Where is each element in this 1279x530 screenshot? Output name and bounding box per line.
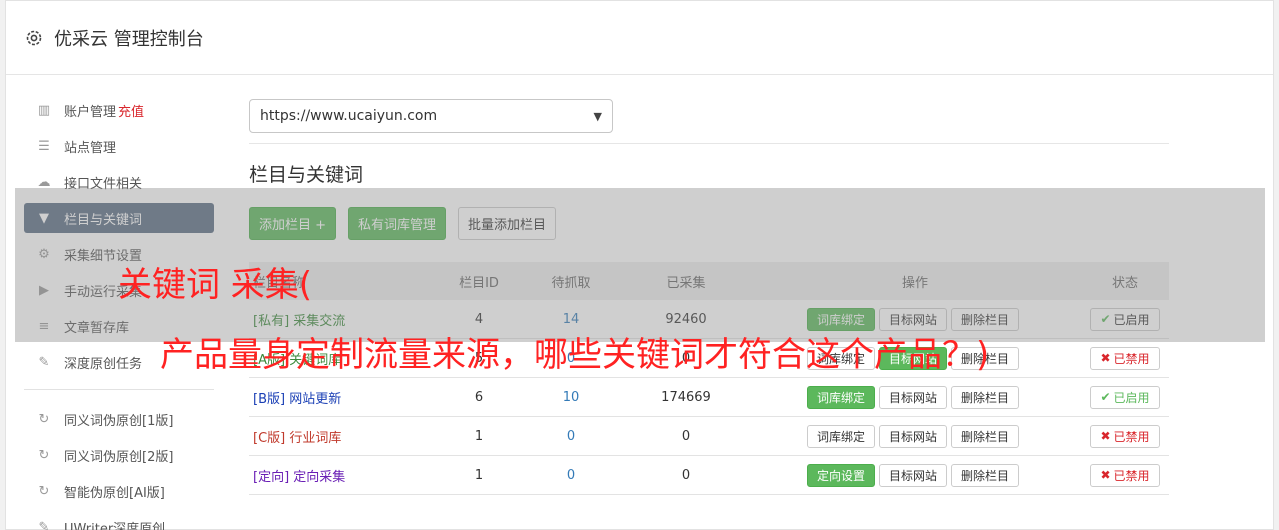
- table-row: [B版] 网站更新 6 10 174669 词库绑定 目标网站 删除栏目 ✔ 已启…: [249, 378, 1169, 417]
- refresh-icon: ↻: [38, 483, 50, 499]
- sidebar-item-label: 账户管理: [64, 104, 117, 120]
- status-toggle[interactable]: ✔ 已启用: [1090, 385, 1160, 409]
- server-icon: ☰: [38, 138, 50, 154]
- status-toggle[interactable]: ✖ 已禁用: [1090, 346, 1160, 370]
- row-name: 定向采集: [293, 469, 346, 485]
- pending-count[interactable]: 0: [519, 429, 623, 444]
- divider: [249, 143, 1169, 144]
- overlay-caption-line2: 产品量身定制流量来源，哪些关键词才符合这个产品？): [160, 335, 990, 375]
- sidebar-item-label: 深度原创任务: [64, 356, 143, 372]
- lexicon-bind-button[interactable]: 词库绑定: [807, 385, 876, 409]
- row-name: 网站更新: [289, 391, 342, 407]
- column-name[interactable]: [C版] 行业词库: [249, 427, 439, 446]
- table-row: [C版] 行业词库 1 0 0 词库绑定 目标网站 删除栏目 ✖ 已禁用: [249, 417, 1169, 456]
- target-site-button[interactable]: 目标网站: [879, 424, 948, 448]
- refresh-icon: ↻: [38, 447, 50, 463]
- target-site-button[interactable]: 目标网站: [879, 463, 948, 487]
- sidebar-item-label: 同义词伪原创[1版]: [64, 413, 174, 429]
- lexicon-bind-button[interactable]: 词库绑定: [807, 424, 876, 448]
- chevron-down-icon: ▼: [593, 109, 602, 123]
- column-id: 6: [474, 389, 484, 405]
- sidebar-item-synonym-v2[interactable]: ↻ 同义词伪原创[2版]: [24, 440, 214, 470]
- recharge-link[interactable]: 充值: [118, 101, 144, 120]
- page-title: 优采云 管理控制台: [54, 28, 204, 50]
- sidebar-divider: [24, 389, 214, 390]
- targeted-settings-button[interactable]: 定向设置: [807, 463, 876, 487]
- row-ops: 词库绑定 目标网站 删除栏目: [749, 385, 1081, 409]
- edit-icon: ✎: [38, 354, 50, 370]
- sidebar-item-ai-rewrite[interactable]: ↻ 智能伪原创[AI版]: [24, 476, 214, 506]
- column-id: 1: [474, 467, 484, 483]
- status-toggle[interactable]: ✖ 已禁用: [1090, 463, 1160, 487]
- row-status: ✖ 已禁用: [1081, 463, 1169, 487]
- status-toggle[interactable]: ✖ 已禁用: [1090, 424, 1160, 448]
- sidebar-item-synonym-v1[interactable]: ↻ 同义词伪原创[1版]: [24, 404, 214, 434]
- table-row: [定向] 定向采集 1 0 0 定向设置 目标网站 删除栏目 ✖ 已禁用: [249, 456, 1169, 495]
- pending-count[interactable]: 10: [519, 390, 623, 405]
- overlay-caption-line1: 关键词 采集(: [118, 265, 313, 305]
- x-icon: ✖: [1100, 351, 1111, 365]
- row-status: ✔ 已启用: [1081, 385, 1169, 409]
- target-site-button[interactable]: 目标网站: [879, 385, 948, 409]
- status-label: 已禁用: [1113, 468, 1150, 483]
- site-select-value: https://www.ucaiyun.com: [260, 108, 438, 124]
- check-icon: ✔: [1100, 390, 1111, 404]
- column-name[interactable]: [定向] 定向采集: [249, 466, 439, 485]
- x-icon: ✖: [1100, 468, 1111, 482]
- status-label: 已禁用: [1113, 429, 1150, 444]
- bar-chart-icon: ▥: [37, 102, 51, 118]
- x-icon: ✖: [1100, 429, 1111, 443]
- collected-count: 0: [681, 428, 691, 444]
- row-tag: [C版]: [253, 430, 286, 446]
- gear-icon: [26, 30, 42, 45]
- section-title: 栏目与关键词: [249, 164, 364, 186]
- status-label: 已启用: [1113, 390, 1150, 405]
- row-status: ✖ 已禁用: [1081, 346, 1169, 370]
- sidebar-item-uwriter[interactable]: ✎ UWriter深度原创: [24, 512, 214, 530]
- sidebar-item-sites[interactable]: ☰ 站点管理: [24, 131, 214, 161]
- delete-column-button[interactable]: 删除栏目: [951, 424, 1020, 448]
- row-tag: [B版]: [253, 391, 286, 407]
- row-status: ✖ 已禁用: [1081, 424, 1169, 448]
- collected-count: 174669: [661, 389, 711, 405]
- row-ops: 词库绑定 目标网站 删除栏目: [749, 424, 1081, 448]
- sidebar-item-label: UWriter深度原创: [64, 521, 166, 530]
- sidebar-item-label: 站点管理: [64, 140, 117, 156]
- row-name: 行业词库: [289, 430, 342, 446]
- sidebar-item-label: 同义词伪原创[2版]: [64, 449, 174, 465]
- site-select[interactable]: https://www.ucaiyun.com ▼: [249, 99, 613, 133]
- column-name[interactable]: [B版] 网站更新: [249, 388, 439, 407]
- collected-count: 0: [681, 467, 691, 483]
- column-id: 1: [474, 428, 484, 444]
- edit-icon: ✎: [38, 519, 50, 530]
- sidebar-item-account[interactable]: ▥ 账户管理 充值: [24, 95, 214, 125]
- row-ops: 定向设置 目标网站 删除栏目: [749, 463, 1081, 487]
- pending-count[interactable]: 0: [519, 468, 623, 483]
- sidebar-item-label: 智能伪原创[AI版]: [64, 485, 165, 501]
- delete-column-button[interactable]: 删除栏目: [951, 385, 1020, 409]
- refresh-icon: ↻: [38, 411, 50, 427]
- header: 优采云 管理控制台: [6, 1, 1273, 75]
- delete-column-button[interactable]: 删除栏目: [951, 463, 1020, 487]
- row-tag: [定向]: [253, 469, 290, 485]
- status-label: 已禁用: [1113, 351, 1150, 366]
